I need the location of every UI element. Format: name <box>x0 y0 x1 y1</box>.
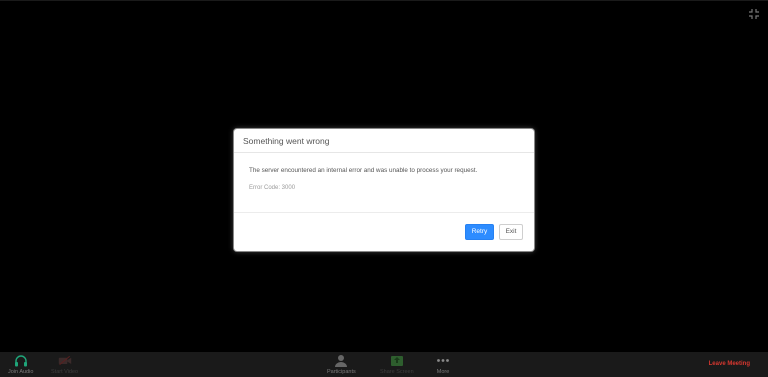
participants-label: Participants <box>327 369 356 375</box>
meeting-window: Something went wrong The server encounte… <box>0 0 768 377</box>
error-code: Error Code: 3000 <box>249 185 296 191</box>
share-screen-label: Share Screen <box>380 369 414 375</box>
exit-fullscreen-icon[interactable] <box>748 8 760 20</box>
participants-icon <box>334 354 348 367</box>
dialog-footer: Retry Exit <box>234 213 534 250</box>
join-audio-label: Join Audio <box>8 369 34 375</box>
share-screen-button[interactable]: Share Screen <box>380 354 414 375</box>
start-video-label: Start Video <box>51 369 79 375</box>
leave-meeting-button[interactable]: Leave Meeting <box>709 361 750 367</box>
more-dots-icon <box>436 354 450 367</box>
join-audio-button[interactable]: Join Audio <box>8 354 33 375</box>
meeting-toolbar: Join Audio Start Video Participants Shar… <box>0 352 768 377</box>
error-dialog: Something went wrong The server encounte… <box>234 129 534 251</box>
dialog-title: Something went wrong <box>243 135 330 146</box>
participants-button[interactable]: Participants <box>327 354 356 375</box>
exit-button[interactable]: Exit <box>499 223 523 240</box>
dialog-header: Something went wrong <box>234 129 534 153</box>
start-video-button[interactable]: Start Video <box>51 354 78 375</box>
more-button[interactable]: More <box>436 354 450 375</box>
share-screen-icon <box>390 354 404 367</box>
dialog-body: The server encountered an internal error… <box>234 153 534 213</box>
more-label: More <box>436 369 450 375</box>
retry-button[interactable]: Retry <box>465 223 494 240</box>
video-off-icon <box>58 354 72 367</box>
headphones-icon <box>14 354 28 367</box>
error-message: The server encountered an internal error… <box>249 167 478 174</box>
